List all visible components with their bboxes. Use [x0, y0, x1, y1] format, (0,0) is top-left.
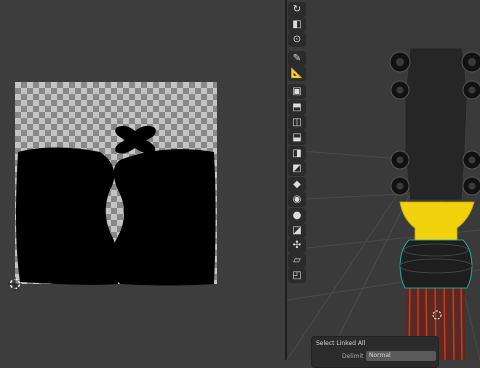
spin-icon[interactable]: ◉ [288, 192, 306, 207]
add-cube-icon[interactable]: ▣ [288, 84, 306, 99]
shrink-fatten-icon[interactable]: ✣ [288, 238, 306, 253]
model-base [399, 239, 473, 289]
model-yellow-capital [399, 201, 475, 241]
bevel-icon[interactable]: ⬓ [288, 130, 306, 145]
2d-cursor-icon[interactable] [8, 277, 22, 291]
knife-icon[interactable]: ◩ [288, 161, 306, 176]
uv-island-right [111, 149, 216, 286]
cursor-tool-icon[interactable]: ⊙ [288, 32, 306, 47]
uv-island-small [115, 125, 156, 155]
smooth-icon[interactable]: ● [288, 208, 306, 223]
object-icon[interactable]: ◧ [288, 17, 306, 32]
shear-icon[interactable]: ▱ [288, 253, 306, 268]
inset-icon[interactable]: ◫ [288, 115, 306, 130]
tool-shelf: ↻ ◧ ⊙ ✎ 📐 ▣ ⬒ ◫ ⬓ ◨ ◩ ◆ ◉ ● ◪ ✣ ▱ ◰ [288, 0, 306, 290]
edge-slide-icon[interactable]: ◪ [288, 223, 306, 238]
delimit-label: Delimit [342, 353, 364, 360]
measure-icon[interactable]: 📐 [288, 66, 306, 81]
column-model [389, 47, 480, 360]
rip-region-icon[interactable]: ◰ [288, 268, 306, 283]
operator-title[interactable]: Select Linked All [316, 340, 365, 347]
rotate-view-icon[interactable]: ↻ [288, 2, 306, 17]
extrude-icon[interactable]: ⬒ [288, 100, 306, 115]
3d-viewport[interactable] [287, 0, 480, 360]
loop-cut-icon[interactable]: ◨ [288, 146, 306, 161]
uv-editor[interactable] [0, 0, 285, 360]
uv-islands [16, 125, 216, 286]
last-operator-panel[interactable]: Select Linked All Delimit Normal [311, 336, 439, 368]
uv-island-left [16, 147, 120, 285]
model-top-section [404, 47, 468, 201]
viewport-scene [287, 47, 480, 360]
annotate-icon[interactable]: ✎ [288, 51, 306, 66]
poly-build-icon[interactable]: ◆ [288, 177, 306, 192]
